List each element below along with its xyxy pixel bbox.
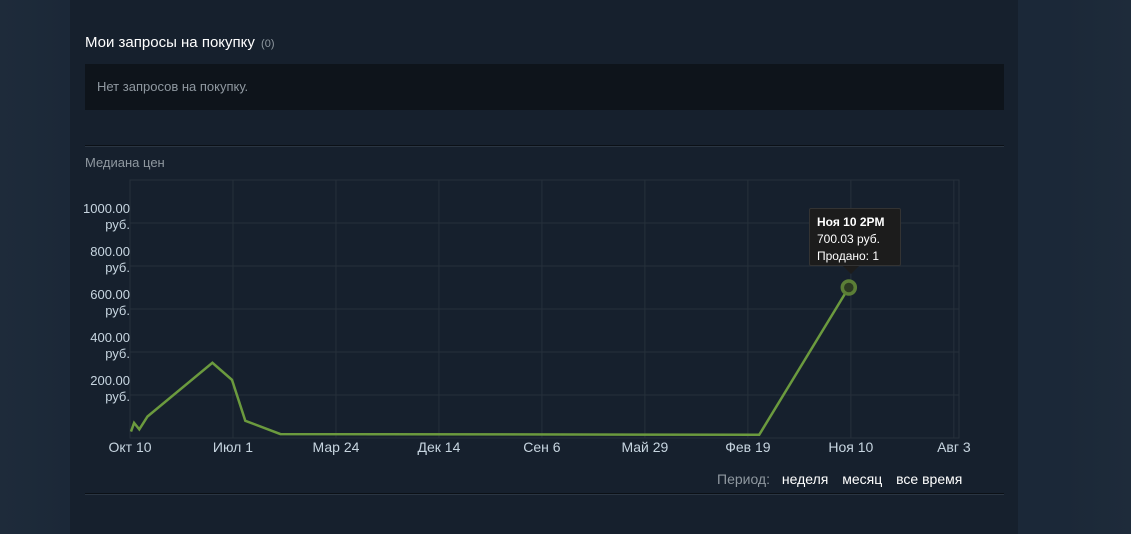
price-history-chart[interactable]: 200.00руб.400.00руб.600.00руб.800.00руб.…: [0, 0, 1131, 534]
x-tick-label: Май 29: [621, 439, 668, 455]
x-tick-label: Июл 1: [213, 439, 253, 455]
y-tick-label: руб.: [105, 217, 130, 232]
section-divider-bottom: [85, 493, 1004, 495]
period-selector: Период: неделя месяц все время: [717, 471, 972, 487]
tooltip-date: Ноя 10 2PM: [817, 215, 885, 229]
x-tick-label: Окт 10: [108, 439, 151, 455]
x-tick-label: Дек 14: [418, 439, 461, 455]
y-tick-label: руб.: [105, 346, 130, 361]
period-label: Период:: [717, 471, 770, 487]
y-tick-label: 800.00: [90, 244, 130, 259]
y-tick-label: руб.: [105, 303, 130, 318]
chart-series: [129, 279, 858, 437]
x-axis-ticks: Окт 10 Июл 1 Мар 24 Дек 14 Сен 6 Май 29 Фев 19…: [108, 439, 970, 455]
x-tick-label: Ноя 10: [828, 439, 873, 455]
tooltip-sold: Продано: 1: [817, 249, 880, 263]
y-tick-label: 400.00: [90, 330, 130, 345]
y-tick-label: 1000.00: [83, 201, 130, 216]
period-month-link[interactable]: месяц: [842, 471, 882, 487]
x-tick-label: Мар 24: [313, 439, 360, 455]
y-tick-label: 200.00: [90, 373, 130, 388]
y-tick-label: 600.00: [90, 287, 130, 302]
highlight-point: [840, 279, 858, 296]
tooltip-price: 700.03 руб.: [817, 232, 880, 246]
period-all-time-link[interactable]: все время: [896, 471, 962, 487]
y-tick-label: руб.: [105, 260, 130, 275]
x-tick-label: Сен 6: [523, 439, 561, 455]
price-line: [129, 286, 850, 437]
tooltip-arrow: [843, 266, 859, 274]
x-tick-label: Фев 19: [725, 439, 771, 455]
y-tick-label: руб.: [105, 389, 130, 404]
y-axis-ticks: 200.00руб.400.00руб.600.00руб.800.00руб.…: [83, 201, 130, 404]
period-week-link[interactable]: неделя: [782, 471, 828, 487]
x-tick-label: Авг 3: [937, 439, 971, 455]
chart-tooltip: Ноя 10 2PM 700.03 руб. Продано: 1: [809, 208, 901, 266]
